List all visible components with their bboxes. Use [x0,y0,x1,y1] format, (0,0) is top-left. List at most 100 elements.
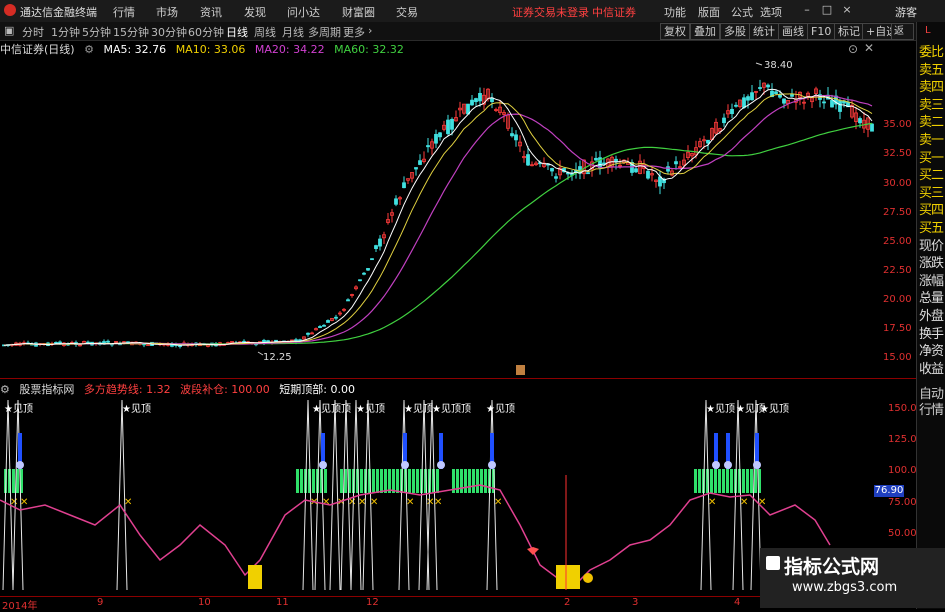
green-bar [412,469,415,493]
app-title: 通达信金融终端 [20,6,97,19]
candle-body [746,96,750,101]
collapse-icon[interactable]: ⊙ [848,42,858,56]
candle-body [470,99,474,106]
menu-item-assistant[interactable]: 问小达 [287,4,320,20]
more-chevron-icon[interactable]: › [368,24,372,37]
tool-draw-button[interactable]: 画线 [778,23,808,40]
menu-item-wealth[interactable]: 财富圈 [342,4,375,20]
panel-field-5: 卖一 [919,133,944,148]
signal-label: ★见顶 [356,403,385,415]
candle-body [514,134,518,141]
face-icon [753,461,761,469]
title-bar: 通达信金融终端 行情 市场 资讯 发现 问小达 财富圈 交易 证券交易未登录 中… [0,0,945,23]
panel-field-10: 买五 [919,221,944,236]
maximize-icon[interactable]: □ [820,3,834,17]
face-icon [488,461,496,469]
green-bar [472,469,475,493]
period-tab-monthly[interactable]: 月线 [282,24,304,40]
face-icon [712,461,720,469]
indicator-header: ⚙ 股票指标网 多方趋势线: 1.32 波段补仓: 100.00 短期顶部: 0… [0,381,361,396]
login-status[interactable]: 证券交易未登录 [512,4,589,20]
watermark-url: www.zbgs3.com [792,580,898,595]
yellow-box [248,565,262,589]
panel-field-0: 委比 [919,45,944,60]
candle-body [782,98,786,104]
candle-body [658,176,662,187]
menu-options[interactable]: 选项 [760,4,782,20]
toolbar-square-icon[interactable]: ▣ [4,24,14,37]
tool-stats-button[interactable]: 统计 [749,23,779,40]
menu-item-news[interactable]: 资讯 [200,4,222,20]
face-icon [16,461,24,469]
green-bar [396,469,399,493]
signal-label: ★见顶 [486,403,515,415]
smile-icon [583,573,593,583]
cross-marker: ✕ [20,497,28,508]
kline-chart[interactable]: 38.40 12.25 [0,55,916,378]
menu-item-discover[interactable]: 发现 [244,4,266,20]
panel-field-8: 买三 [919,185,944,201]
period-tab-weekly[interactable]: 周线 [254,24,276,40]
chart-close-icon[interactable]: ✕ [864,41,874,55]
tool-adjust-button[interactable]: 复权 [660,23,690,40]
tool-multistock-button[interactable]: 多股 [720,23,750,40]
main-chart-header: 中信证券(日线) ⚙ MA5: 32.76 MA10: 33.06 MA20: … [0,41,410,56]
candle-body [402,182,406,189]
period-tab-daily[interactable]: 日线 [226,24,248,40]
period-tab-30min[interactable]: 30分钟 [151,24,187,40]
period-tab-15min[interactable]: 15分钟 [113,24,149,40]
candle-body [750,92,754,101]
candle-body [418,160,422,165]
period-tab-intraday[interactable]: 分时 [22,24,44,40]
menu-formula[interactable]: 公式 [731,4,753,20]
candle-body [674,161,678,165]
period-tab-multi[interactable]: 多周期 [308,24,341,40]
green-bar [746,469,749,493]
tool-back-button[interactable]: 返回 [891,23,914,40]
sub-y-tick: 75.00 [888,497,917,508]
menu-layout[interactable]: 版面 [698,4,720,20]
event-marker-icon [516,365,525,375]
signal-label: ★见顶 [706,403,735,415]
period-tab-more[interactable]: 更多 [343,24,365,40]
menu-item-quote[interactable]: 行情 [113,4,135,20]
low-marker: 12.25 [257,351,292,363]
menu-item-market[interactable]: 市场 [156,4,178,20]
tool-mark-button[interactable]: 标记 [834,23,864,40]
close-icon[interactable]: × [840,3,854,17]
tool-overlay-button[interactable]: 叠加 [690,23,720,40]
pane-divider[interactable] [0,378,916,379]
candle-body [550,168,554,172]
period-tab-60min[interactable]: 60分钟 [188,24,224,40]
app-logo-icon [4,4,16,16]
period-tab-5min[interactable]: 5分钟 [82,24,111,40]
panel-field-18: 收益 [919,361,944,377]
minimize-icon[interactable]: – [800,3,814,17]
menu-function[interactable]: 功能 [664,4,686,20]
candle-body [374,245,378,249]
date-tick: 4 [734,597,741,608]
green-bar [710,469,713,493]
candle-body [766,84,770,88]
menu-item-trade[interactable]: 交易 [396,4,418,20]
spike-line [116,399,128,591]
green-bar [468,469,471,493]
green-bar [730,469,733,493]
panel-auto[interactable]: 自动 [919,388,945,402]
period-tab-1min[interactable]: 1分钟 [51,24,80,40]
date-tick: 2014年 [2,601,38,612]
signal-label: ★见顶 [4,403,33,415]
candle-body [322,324,326,327]
spike-line [2,399,14,591]
candle-body [358,279,362,282]
panel-quote[interactable]: 行情 [919,404,945,418]
candle-body [466,103,470,115]
signal-label: ★见顶 [760,403,789,415]
tool-f10-button[interactable]: F10 [807,23,836,40]
candle-body [446,119,450,135]
guest-label[interactable]: 游客 [895,4,917,20]
green-bar [718,469,721,493]
ma10-line [3,93,873,346]
ma60-line [3,122,873,346]
panel-field-2: 卖四 [919,80,944,96]
